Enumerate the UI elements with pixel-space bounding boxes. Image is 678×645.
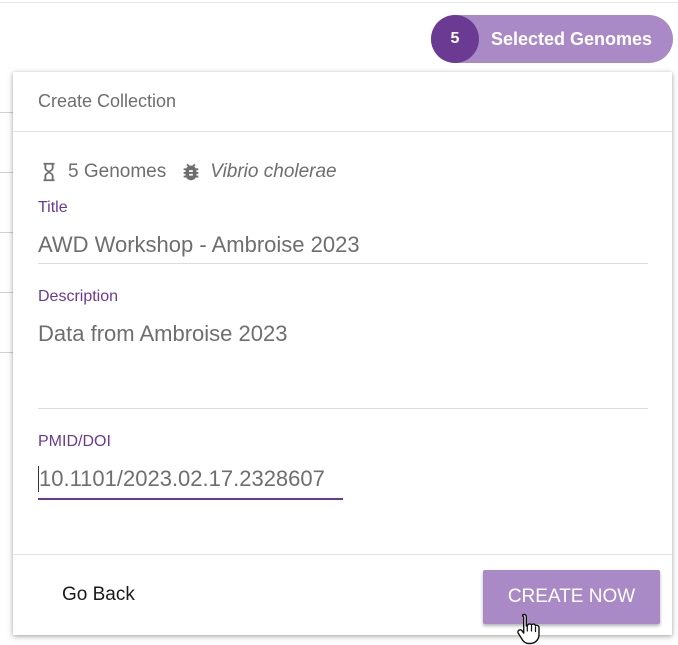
background-row-line bbox=[0, 292, 14, 293]
selected-genomes-label: Selected Genomes bbox=[491, 29, 653, 49]
pmid-field[interactable]: 10.1101/2023.02.17.2328607 bbox=[38, 462, 343, 498]
title-field[interactable]: AWD Workshop - Ambroise 2023 bbox=[38, 232, 360, 258]
selected-count-badge: 5 bbox=[431, 15, 479, 63]
bug-icon bbox=[183, 163, 199, 181]
collection-meta: 5 Genomes Vibrio cholerae bbox=[38, 161, 337, 183]
pmid-field-label: PMID/DOI bbox=[38, 433, 111, 450]
selected-genomes-button[interactable]: 5 Selected Genomes bbox=[431, 15, 673, 63]
pmid-field-focus-underline bbox=[38, 498, 343, 500]
description-field-underline bbox=[38, 408, 648, 409]
title-field-label: Title bbox=[38, 199, 68, 216]
create-collection-dialog: Create Collection 5 Genomes Vibrio chole… bbox=[13, 72, 672, 635]
top-divider bbox=[0, 2, 678, 3]
dialog-title: Create Collection bbox=[38, 91, 177, 111]
create-now-button[interactable]: CREATE NOW bbox=[483, 570, 660, 624]
page: 5 Selected Genomes Create Collection 5 G… bbox=[0, 0, 678, 645]
title-field-underline bbox=[38, 263, 648, 264]
background-row-line bbox=[0, 232, 14, 233]
dialog-header: Create Collection bbox=[13, 72, 672, 132]
background-row-line bbox=[0, 352, 14, 353]
pmid-field-value: 10.1101/2023.02.17.2328607 bbox=[39, 466, 325, 491]
description-field[interactable]: Data from Ambroise 2023 bbox=[38, 321, 287, 347]
background-row-line bbox=[0, 112, 14, 113]
go-back-button[interactable]: Go Back bbox=[45, 573, 152, 617]
genome-count: 5 Genomes bbox=[68, 161, 167, 182]
background-row-line bbox=[0, 172, 14, 173]
species-name: Vibrio cholerae bbox=[210, 161, 337, 182]
description-field-label: Description bbox=[38, 288, 119, 305]
hand-pointer-icon bbox=[517, 613, 540, 645]
dialog-footer: Go Back CREATE NOW bbox=[13, 554, 672, 635]
hourglass-icon bbox=[43, 162, 55, 182]
text-caret bbox=[38, 466, 39, 492]
